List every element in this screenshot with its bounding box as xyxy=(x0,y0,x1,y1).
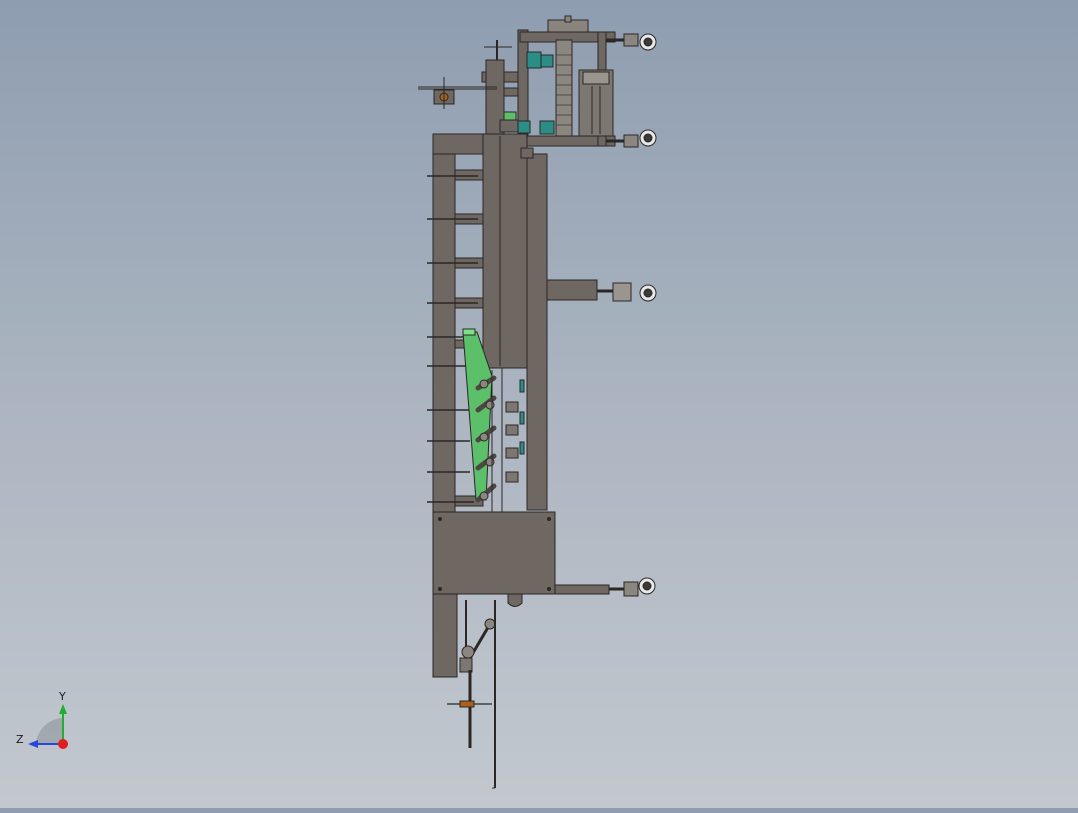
teal-clamp xyxy=(526,51,542,69)
z-axis-label: Z xyxy=(16,733,24,746)
axis-origin-icon xyxy=(58,739,68,749)
lower-housing xyxy=(432,511,610,678)
y-axis-label: Y xyxy=(58,690,66,703)
model-drawing: Y Z xyxy=(16,15,657,789)
caster-lower xyxy=(609,577,656,597)
view-triad[interactable]: Y Z xyxy=(16,690,68,749)
caster-middle xyxy=(597,282,657,302)
top-drive-assembly xyxy=(418,15,616,147)
cad-viewport[interactable]: Y Z xyxy=(0,0,1078,808)
